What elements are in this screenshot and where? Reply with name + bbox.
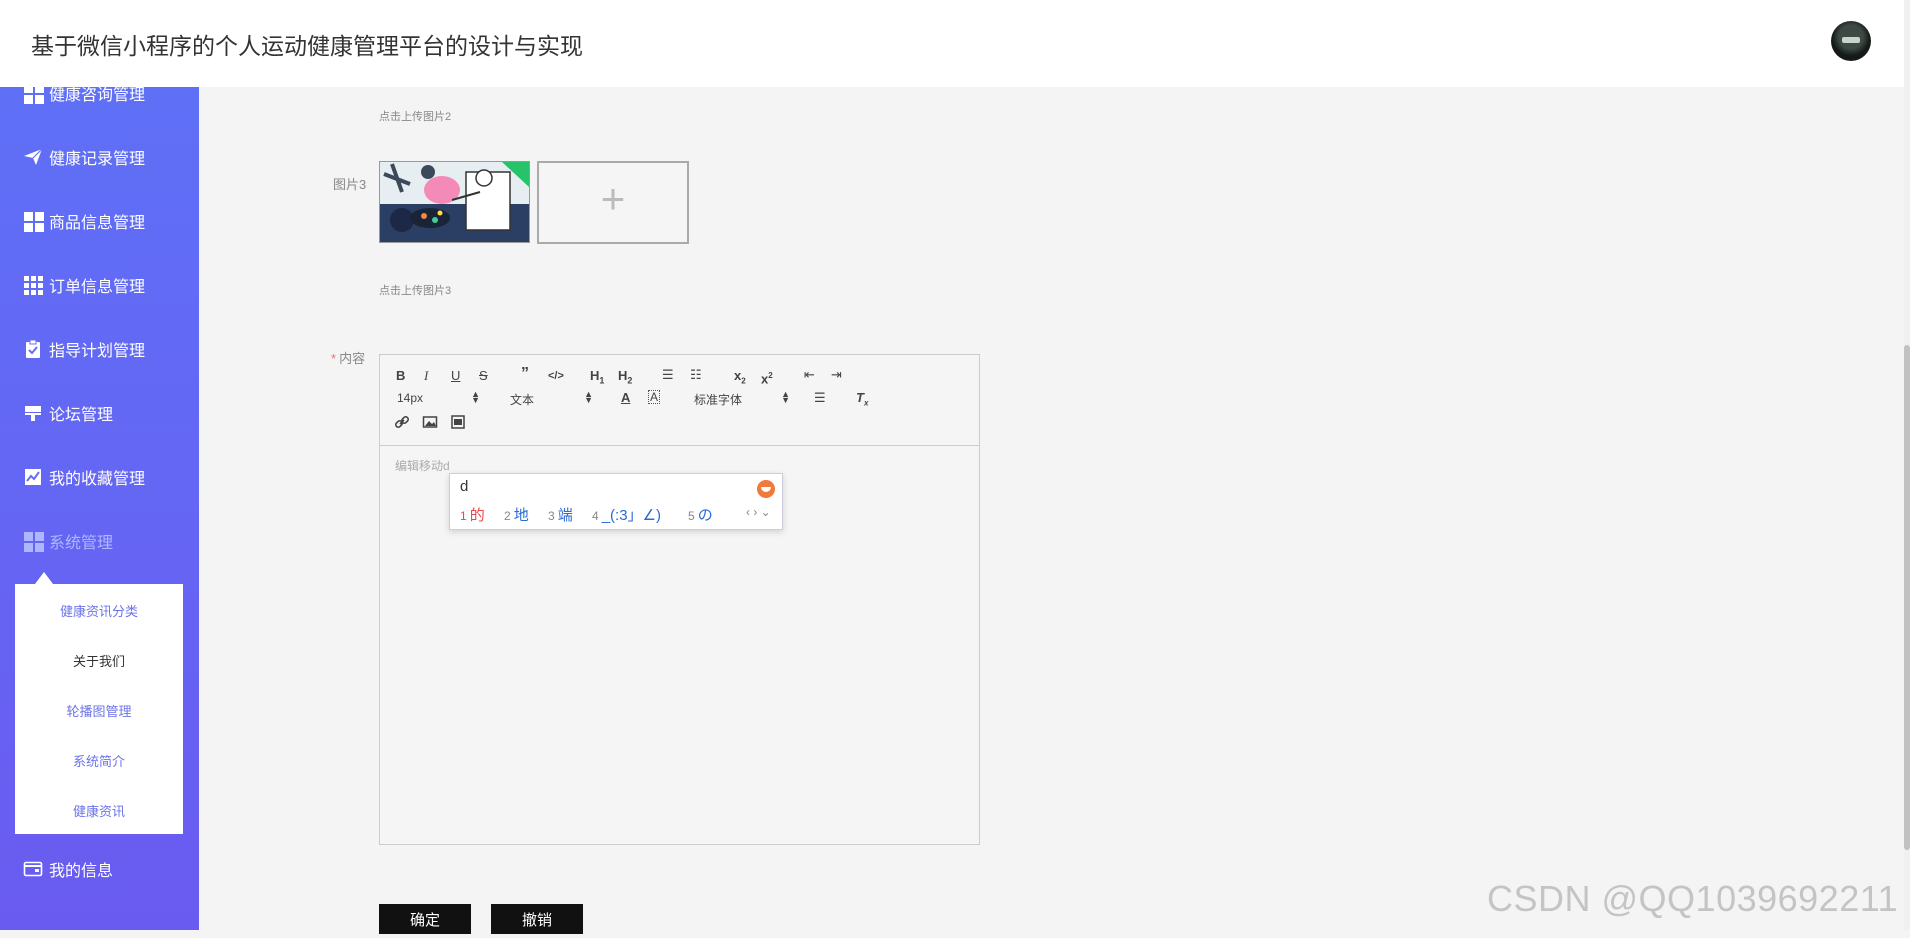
top-header: 基于微信小程序的个人运动健康管理平台的设计与实现 [0,0,1904,87]
sidebar-item-label: 商品信息管理 [49,215,146,232]
blockquote-icon[interactable]: ” [521,366,529,382]
wallet-icon [23,859,43,879]
outdent-icon[interactable]: ⇤ [804,367,815,383]
flag-icon [23,403,43,423]
ime-candidate-4[interactable]: 4 _(:3」∠) [592,504,661,525]
sidebar-item-orders[interactable]: 订单信息管理 [23,270,145,300]
image3-label: 图片3 [333,177,367,192]
submenu-item-carousel[interactable]: 轮播图管理 [15,701,183,720]
submenu-item-about-us[interactable]: 关于我们 [15,651,183,670]
rich-text-editor: B I U S ” </> H1 H2 ☰ ☷ x2 x2 ⇤ ⇥ 14px ▲ ▼… [379,354,980,845]
sidebar-item-system[interactable]: 系统管理 [23,526,113,556]
bullet-list-icon[interactable]: ☷ [690,367,702,383]
image3-thumbnail[interactable] [379,161,530,243]
content-label: * 内容 [331,348,365,367]
ime-composition: d [460,478,469,495]
app-title: 基于微信小程序的个人运动健康管理平台的设计与实现 [31,33,583,59]
sidebar-item-label: 论坛管理 [49,407,114,424]
clear-format-icon[interactable]: Tx [856,390,868,412]
sidebar-item-label: 我的收藏管理 [49,471,146,488]
upload-image3-button[interactable]: + [537,161,689,244]
align-icon[interactable]: ☰ [814,390,826,406]
sidebar-item-forum[interactable]: 论坛管理 [23,398,113,428]
grid-nine-icon [23,275,43,295]
sidebar-item-label: 健康咨询管理 [49,87,146,104]
link-icon[interactable] [394,414,410,434]
ime-candidate-1[interactable]: 1的 [460,504,485,525]
heading2-icon[interactable]: H2 [618,368,632,389]
system-submenu: 健康资讯分类 关于我们 轮播图管理 系统简介 健康资讯 [15,572,183,834]
font-size-value: 14px [397,391,424,405]
strikethrough-icon[interactable]: S [479,368,488,384]
underline-icon[interactable]: U [451,368,460,384]
upload-hint-image2: 点击上传图片2 [379,111,452,123]
grid-icon [23,531,44,552]
superscript-icon[interactable]: x2 [761,368,773,387]
select-arrows-icon: ▲ ▼ [781,389,790,405]
font-size-select[interactable]: 14px ▲ ▼ [397,389,480,406]
ime-page-nav[interactable]: ‹ › ⌄ [746,505,771,519]
subscript-icon[interactable]: x2 [734,368,746,390]
video-icon[interactable] [450,414,466,434]
italic-icon[interactable]: I [424,368,428,384]
upload-hint-image3: 点击上传图片3 [379,285,452,297]
ime-candidate-5[interactable]: 5の [688,504,713,525]
paper-plane-icon [23,147,43,167]
editor-toolbar: B I U S ” </> H1 H2 ☰ ☷ x2 x2 ⇤ ⇥ 14px ▲ ▼… [380,355,979,446]
ime-candidate-popup: d 1的 2地 3端 4 _(:3」∠) 5の ‹ › ⌄ [449,473,783,530]
sidebar-item-guidance-plans[interactable]: 指导计划管理 [23,334,145,364]
user-avatar[interactable] [1831,21,1871,61]
bold-icon[interactable]: B [396,368,405,384]
block-format-value: 文本 [510,393,535,407]
sidebar-item-label: 指导计划管理 [49,343,146,360]
font-family-select[interactable]: 标准字体 ▲ ▼ [694,389,790,408]
font-family-value: 标准字体 [694,393,743,407]
select-arrows-icon: ▲ ▼ [471,389,480,405]
background-color-icon[interactable]: A [648,390,661,404]
chart-icon [23,467,43,487]
indent-icon[interactable]: ⇥ [831,367,842,383]
sidebar: 健康咨询管理 健康记录管理 商品信息管理 订单信息管理 指导计划管理 论坛管理 … [0,87,199,930]
code-block-icon[interactable]: </> [548,368,564,384]
editor-body[interactable]: 编辑移动d [395,457,450,474]
sidebar-item-label: 我的信息 [49,863,114,880]
block-format-select[interactable]: 文本 ▲ ▼ [510,389,593,408]
sidebar-item-label: 订单信息管理 [49,279,146,296]
sidebar-item-label: 系统管理 [49,535,114,552]
required-mark: * [331,351,337,366]
sidebar-item-products[interactable]: 商品信息管理 [23,206,145,236]
grid-icon [23,211,44,232]
font-color-icon[interactable]: A [621,390,630,406]
select-arrows-icon: ▲ ▼ [584,389,593,405]
submenu-item-health-news-category[interactable]: 健康资讯分类 [15,601,183,620]
ordered-list-icon[interactable]: ☰ [662,367,674,383]
grid-icon [23,87,44,104]
sidebar-item-health-consult[interactable]: 健康咨询管理 [23,87,145,108]
page-scrollbar[interactable] [1904,0,1910,930]
sidebar-item-label: 健康记录管理 [49,151,146,168]
submenu-item-system-intro[interactable]: 系统简介 [15,751,183,770]
watermark: CSDN @QQ1039692211 [1487,878,1899,919]
submenu-item-health-news[interactable]: 健康资讯 [15,801,183,820]
sidebar-item-health-records[interactable]: 健康记录管理 [23,142,145,172]
image-icon[interactable] [422,414,438,434]
plus-icon: + [600,175,626,222]
heading1-icon[interactable]: H1 [590,368,604,389]
ime-candidate-2[interactable]: 2地 [504,504,529,525]
ime-candidate-3[interactable]: 3端 [548,504,573,525]
sidebar-item-my-info[interactable]: 我的信息 [23,854,113,884]
scrollbar-thumb[interactable] [1904,345,1910,850]
sidebar-item-favorites[interactable]: 我的收藏管理 [23,462,145,492]
content-label-text: 内容 [339,351,366,366]
clipboard-check-icon [23,339,43,359]
ime-logo-icon[interactable] [757,480,775,498]
